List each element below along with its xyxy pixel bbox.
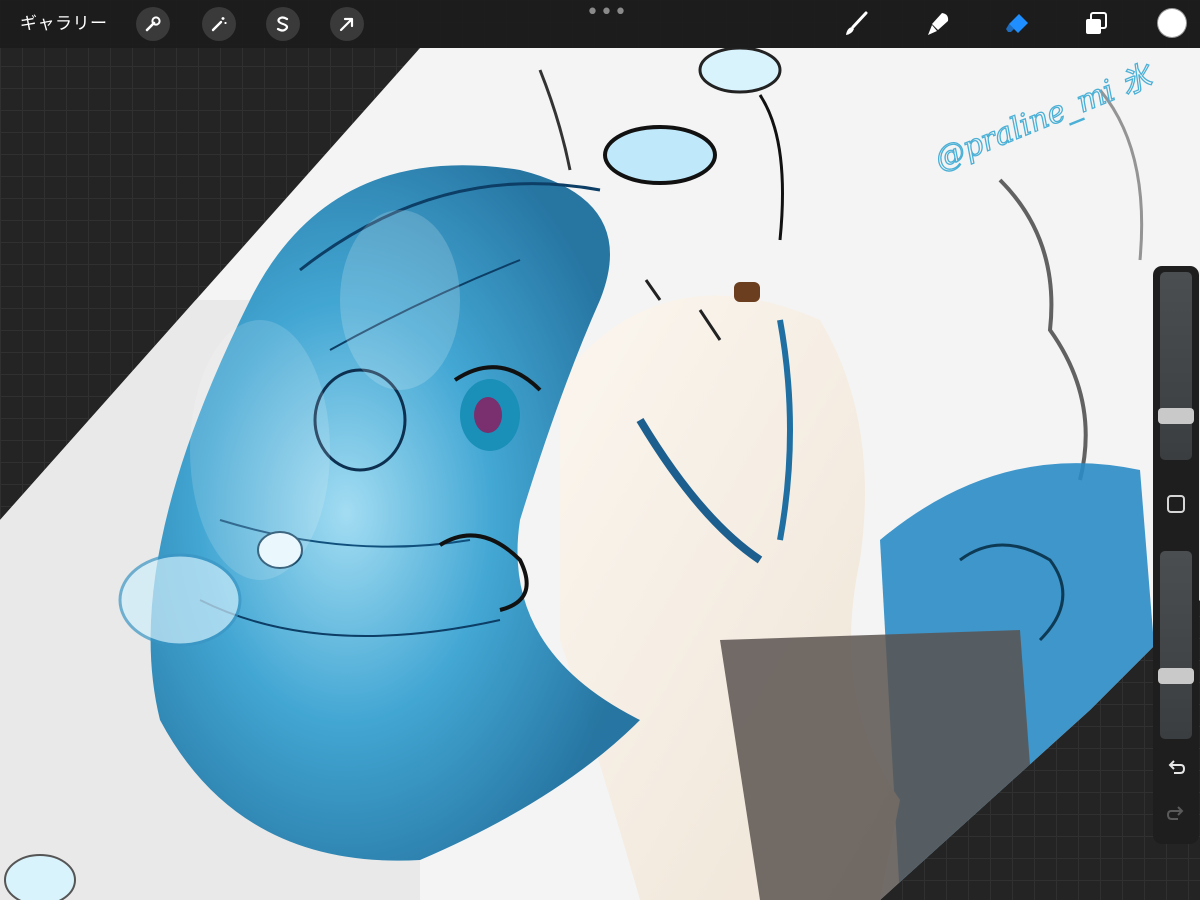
selection-s-icon <box>276 16 289 32</box>
artwork-canvas[interactable]: @praline_mi 氷 <box>0 0 1200 900</box>
eraser-icon <box>1006 14 1028 33</box>
top-toolbar: ギャラリー ••• <box>0 0 1200 48</box>
smudge-tool-button[interactable] <box>920 6 956 42</box>
adjustments-button[interactable] <box>136 7 170 41</box>
undo-button[interactable] <box>1161 752 1191 782</box>
selection-button[interactable] <box>266 7 300 41</box>
eraser-tool-button[interactable] <box>1000 6 1036 42</box>
brush-icon <box>846 11 868 35</box>
opacity-handle[interactable] <box>1158 668 1194 684</box>
smudge-icon <box>928 13 949 35</box>
redo-button[interactable] <box>1161 798 1191 828</box>
undo-icon <box>1168 760 1186 774</box>
brush-tool-button[interactable] <box>838 6 874 42</box>
color-picker-swatch[interactable] <box>1158 9 1186 37</box>
more-menu-dots[interactable]: ••• <box>586 0 628 30</box>
side-toolbar <box>1153 266 1199 844</box>
opacity-slider[interactable] <box>1160 551 1192 739</box>
brush-size-slider[interactable] <box>1160 272 1192 460</box>
redo-icon <box>1166 806 1184 820</box>
layers-button[interactable] <box>1078 6 1114 42</box>
magic-wand-icon <box>211 17 227 32</box>
actions-button[interactable] <box>202 7 236 41</box>
wrench-icon <box>145 16 161 32</box>
modify-button[interactable] <box>1167 495 1185 513</box>
brush-size-handle[interactable] <box>1158 408 1194 424</box>
gallery-button[interactable]: ギャラリー <box>20 0 108 48</box>
arrow-cursor-icon <box>339 17 354 32</box>
layers-icon <box>1086 12 1107 34</box>
transform-button[interactable] <box>330 7 364 41</box>
